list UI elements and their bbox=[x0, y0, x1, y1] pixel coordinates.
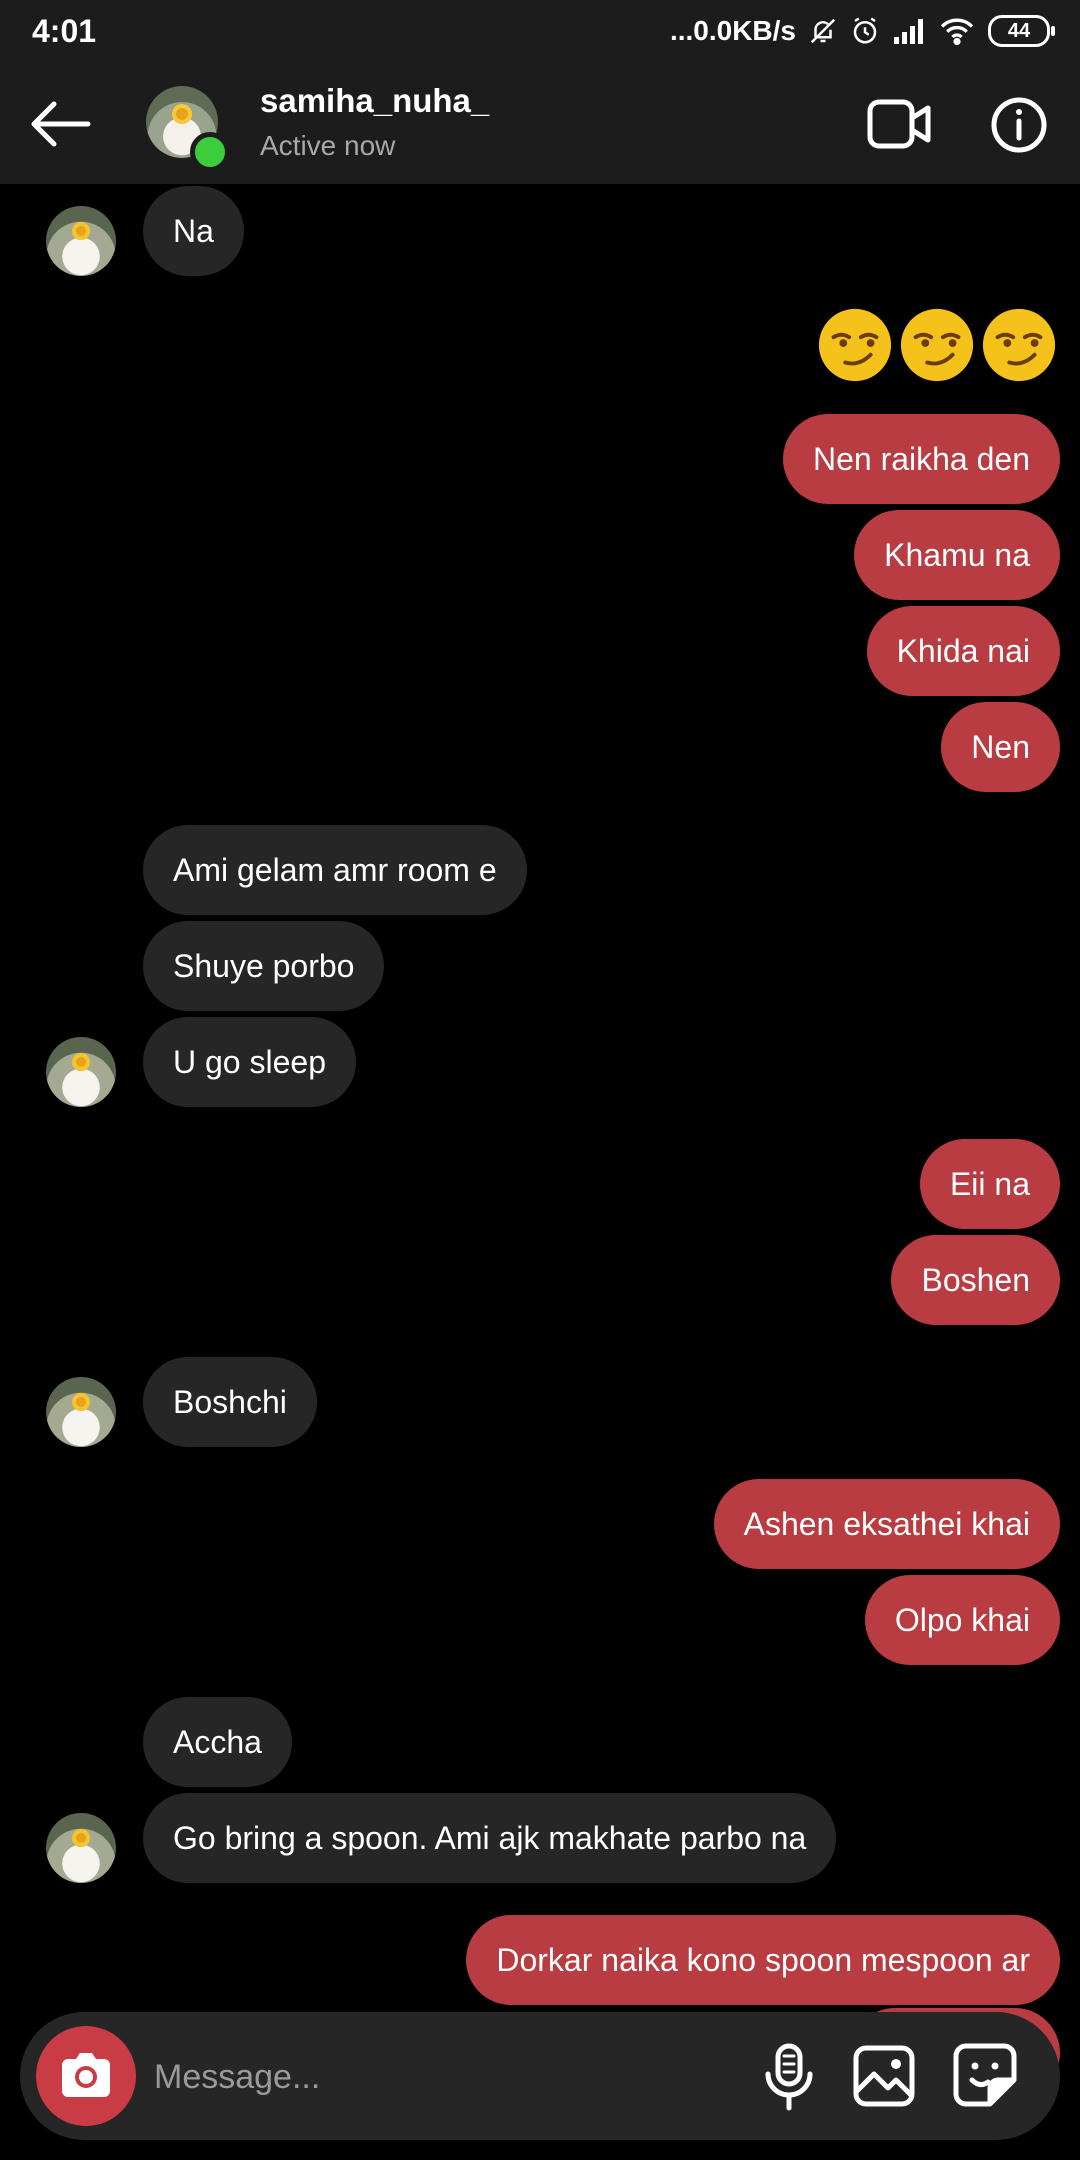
message-incoming[interactable]: Go bring a spoon. Ami ajk makhate parbo … bbox=[143, 1793, 837, 1883]
sunflower-icon bbox=[72, 1829, 90, 1847]
status-bar: 4:01 ...0.0KB/s 44 bbox=[0, 0, 1080, 62]
signal-icon bbox=[892, 17, 926, 45]
sticker-icon[interactable] bbox=[950, 2040, 1020, 2110]
sender-avatar bbox=[46, 206, 116, 276]
gallery-icon[interactable] bbox=[852, 2044, 916, 2108]
message-composer bbox=[20, 2012, 1060, 2140]
battery-indicator: 44 bbox=[988, 15, 1055, 47]
sender-avatar bbox=[46, 1037, 116, 1107]
message-outgoing[interactable]: Boshen bbox=[891, 1235, 1060, 1325]
message-outgoing[interactable]: Nen raikha den bbox=[782, 414, 1060, 504]
status-time: 4:01 bbox=[32, 12, 97, 49]
message-incoming[interactable]: U go sleep bbox=[143, 1017, 356, 1107]
message-input[interactable] bbox=[152, 2036, 716, 2118]
message-incoming[interactable]: Na bbox=[143, 186, 244, 276]
message-outgoing-emoji[interactable]: 😏😏😏 bbox=[816, 306, 1058, 384]
chat-header: samiha_nuha_ Active now bbox=[0, 62, 1080, 184]
camera-button[interactable] bbox=[36, 2026, 136, 2126]
message-incoming[interactable]: Ami gelam amr room e bbox=[143, 825, 527, 915]
contact-username[interactable]: samiha_nuha_ bbox=[260, 82, 489, 120]
wifi-icon bbox=[938, 16, 976, 46]
sunflower-icon bbox=[72, 1053, 90, 1071]
smirk-emoji-icon bbox=[982, 308, 1056, 382]
smirk-emoji-icon bbox=[900, 308, 974, 382]
sunflower-icon bbox=[72, 222, 90, 240]
alarm-icon bbox=[850, 16, 880, 46]
sender-avatar bbox=[46, 1813, 116, 1883]
arrow-left-icon[interactable] bbox=[28, 92, 92, 156]
message-outgoing[interactable]: Nen bbox=[941, 702, 1060, 792]
mute-bell-icon bbox=[808, 16, 838, 46]
message-outgoing[interactable]: Ashen eksathei khai bbox=[713, 1479, 1060, 1569]
message-incoming[interactable]: Accha bbox=[143, 1697, 292, 1787]
sunflower-icon bbox=[172, 104, 192, 124]
message-outgoing[interactable]: Olpo khai bbox=[864, 1575, 1060, 1665]
camera-icon bbox=[62, 2053, 110, 2097]
status-icons: ...0.0KB/s 44 bbox=[669, 15, 1055, 47]
sunflower-icon bbox=[72, 1393, 90, 1411]
info-icon[interactable] bbox=[990, 96, 1048, 154]
message-outgoing[interactable]: Khida nai bbox=[866, 606, 1060, 696]
message-outgoing[interactable]: Khamu na bbox=[854, 510, 1060, 600]
message-outgoing[interactable]: Dorkar naika kono spoon mespoon ar bbox=[466, 1915, 1060, 2005]
online-indicator bbox=[190, 132, 230, 172]
microphone-icon[interactable] bbox=[754, 2042, 824, 2112]
network-speed: ...0.0KB/s bbox=[669, 15, 796, 46]
smirk-emoji-icon bbox=[818, 308, 892, 382]
message-outgoing[interactable]: Eii na bbox=[919, 1139, 1060, 1229]
message-incoming[interactable]: Boshchi bbox=[143, 1357, 317, 1447]
sender-avatar bbox=[46, 1377, 116, 1447]
message-incoming[interactable]: Shuye porbo bbox=[143, 921, 385, 1011]
video-call-icon[interactable] bbox=[866, 96, 932, 152]
active-status: Active now bbox=[260, 130, 396, 161]
